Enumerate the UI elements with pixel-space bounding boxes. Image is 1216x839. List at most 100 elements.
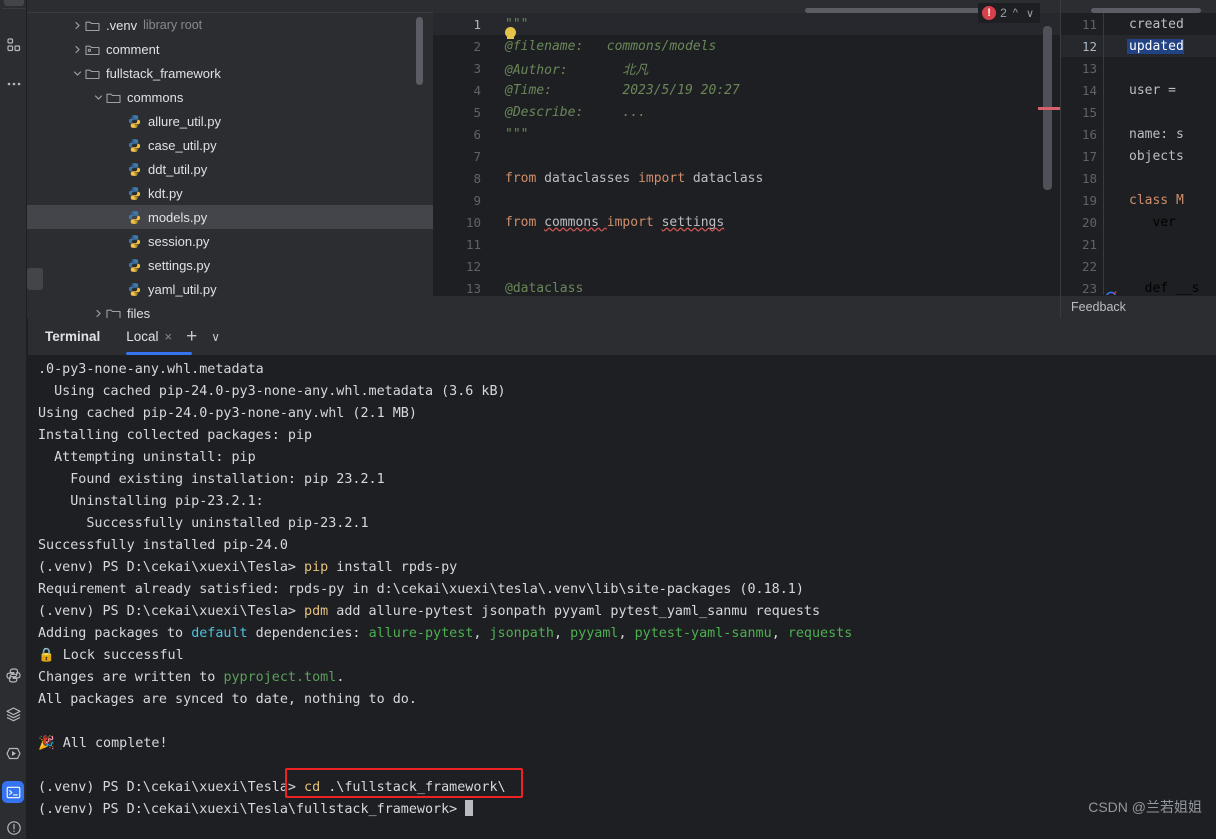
editor-line[interactable]: 3 @Author: 北凡 <box>433 57 1060 79</box>
code-token: @dataclass <box>505 280 584 296</box>
editor-line[interactable]: 12 <box>433 255 1060 277</box>
tree-item-label: fullstack_framework <box>106 65 221 81</box>
chevron-down-icon[interactable] <box>71 67 84 80</box>
tree-item-comment[interactable]: comment <box>27 37 433 61</box>
line-content: name: s <box>1129 126 1184 142</box>
tree-item-sublabel: library root <box>143 18 203 32</box>
terminal-text: All complete! <box>54 736 168 751</box>
editor-tab-bar <box>433 0 1060 13</box>
run-icon[interactable] <box>0 740 27 766</box>
editor-code-area[interactable]: 1 """ 2 @filename: commons/models 3 @Author: … <box>433 13 1060 296</box>
right-editor-pane[interactable]: 11 created 12 updated 13 14 user = 15 16 name: s… <box>1060 0 1216 318</box>
right-pane-line[interactable]: 22 <box>1061 255 1216 277</box>
chevron-right-icon[interactable] <box>71 19 84 32</box>
editor-line[interactable]: 5 @Describe: ... <box>433 101 1060 123</box>
terminal-text: 🎉 <box>38 736 55 751</box>
gutter-separator <box>1103 101 1127 123</box>
more-options-icon[interactable] <box>0 71 27 97</box>
right-pane-line[interactable]: 21 <box>1061 233 1216 255</box>
tree-item-yaml-util-py[interactable]: yaml_util.py <box>27 277 433 301</box>
right-pane-code-area[interactable]: 11 created 12 updated 13 14 user = 15 16 name: s… <box>1061 13 1216 299</box>
line-number: 5 <box>473 104 481 120</box>
code-token: dataclass <box>692 170 764 186</box>
right-pane-line[interactable]: 18 <box>1061 167 1216 189</box>
editor-line[interactable]: 1 """ <box>433 13 1060 35</box>
right-pane-line[interactable]: 14 user = <box>1061 79 1216 101</box>
code-token: @Author: 北凡 <box>505 62 649 78</box>
prev-error-icon[interactable]: ^ <box>1011 7 1020 19</box>
editor-bottom-bar <box>433 295 1060 318</box>
project-tree-panel: .venv library root comment fullstack_framew… <box>27 0 433 318</box>
project-structure-icon[interactable] <box>0 32 27 58</box>
editor-line[interactable]: 4 @Time: 2023/5/19 20:27 <box>433 79 1060 101</box>
tree-item-kdt-py[interactable]: kdt.py <box>27 181 433 205</box>
right-pane-line[interactable]: 19 class M <box>1061 189 1216 211</box>
gutter-separator <box>1103 123 1127 145</box>
chevron-right-icon[interactable] <box>71 43 84 56</box>
tree-item-fullstack-framework[interactable]: fullstack_framework <box>27 61 433 85</box>
python-console-icon[interactable] <box>0 662 27 688</box>
services-icon[interactable] <box>0 701 27 727</box>
editor-line[interactable]: 6 """ <box>433 123 1060 145</box>
tree-item-models-py[interactable]: models.py <box>27 205 433 229</box>
editor-line[interactable]: 2 @filename: commons/models <box>433 35 1060 57</box>
tree-item-session-py[interactable]: session.py <box>27 229 433 253</box>
terminal-output[interactable]: .0-py3-none-any.whl.metadata Using cache… <box>27 355 1216 839</box>
editor-line[interactable]: 10 from commons import settings <box>433 211 1060 233</box>
new-terminal-icon[interactable]: + <box>186 327 197 346</box>
code-token: settings <box>661 214 725 230</box>
line-number: 1 <box>473 16 481 32</box>
tree-item-label: allure_util.py <box>148 113 221 129</box>
intention-bulb-icon[interactable] <box>505 27 516 39</box>
terminal-text: , <box>618 626 635 641</box>
right-pane-line[interactable]: 20 ver <box>1061 211 1216 233</box>
right-pane-line[interactable]: 11 created <box>1061 13 1216 35</box>
terminal-line: Found existing installation: pip 23.2.1 <box>38 469 1216 491</box>
code-token: from <box>505 170 545 186</box>
line-number: 18 <box>1081 170 1097 186</box>
tree-item-case-util-py[interactable]: case_util.py <box>27 133 433 157</box>
chevron-down-icon[interactable]: ∨ <box>211 330 220 344</box>
right-pane-line[interactable]: 16 name: s <box>1061 123 1216 145</box>
tree-item--venv[interactable]: .venv library root <box>27 13 433 37</box>
feedback-label[interactable]: Feedback <box>1061 295 1216 318</box>
right-pane-line[interactable]: 12 updated <box>1061 35 1216 57</box>
code-token: from <box>505 214 545 230</box>
editor-line[interactable]: 8 from dataclasses import dataclass <box>433 167 1060 189</box>
terminal-icon[interactable] <box>2 781 24 803</box>
project-tree-hscroll-thumb[interactable] <box>27 268 43 290</box>
code-editor[interactable]: 1 """ 2 @filename: commons/models 3 @Author: … <box>433 0 1060 318</box>
terminal-tab-local[interactable]: Local × <box>126 318 193 355</box>
editor-error-badge[interactable]: ! 2 ^ ∨ <box>978 3 1040 23</box>
terminal-text: , <box>473 626 490 641</box>
project-tree-scrollbar[interactable] <box>416 17 423 85</box>
tree-item-files[interactable]: files <box>27 301 433 318</box>
problems-icon[interactable] <box>0 815 27 839</box>
editor-line[interactable]: 7 <box>433 145 1060 167</box>
terminal-tab-bar: Terminal Local × + ∨ <box>27 318 1216 355</box>
next-error-icon[interactable]: ∨ <box>1024 7 1036 20</box>
terminal-text: Changes are written to <box>38 670 224 685</box>
tree-item-commons[interactable]: commons <box>27 85 433 109</box>
chevron-right-icon[interactable] <box>92 307 105 319</box>
terminal-line: (.venv) PS D:\cekai\xuexi\Tesla\fullstac… <box>38 799 1216 821</box>
right-pane-line[interactable]: 17 objects <box>1061 145 1216 167</box>
editor-line[interactable]: 11 <box>433 233 1060 255</box>
editor-error-stripe[interactable] <box>1038 107 1060 110</box>
editor-line[interactable]: 9 <box>433 189 1060 211</box>
terminal-text: , <box>554 626 571 641</box>
chevron-down-icon[interactable] <box>92 91 105 104</box>
right-pane-line[interactable]: 13 <box>1061 57 1216 79</box>
tree-item-settings-py[interactable]: settings.py <box>27 253 433 277</box>
gutter-separator <box>1103 57 1127 79</box>
terminal-line: (.venv) PS D:\cekai\xuexi\Tesla> cd .\fu… <box>38 777 1216 799</box>
watermark-label: CSDN @兰若姐姐 <box>1088 799 1202 815</box>
terminal-tab-label: Local <box>126 329 159 344</box>
folder-module-icon <box>84 41 101 58</box>
line-content: user = <box>1129 82 1184 98</box>
close-icon[interactable]: × <box>165 329 173 344</box>
tree-item-allure-util-py[interactable]: allure_util.py <box>27 109 433 133</box>
line-number: 2 <box>473 38 481 54</box>
right-pane-line[interactable]: 15 <box>1061 101 1216 123</box>
tree-item-ddt-util-py[interactable]: ddt_util.py <box>27 157 433 181</box>
